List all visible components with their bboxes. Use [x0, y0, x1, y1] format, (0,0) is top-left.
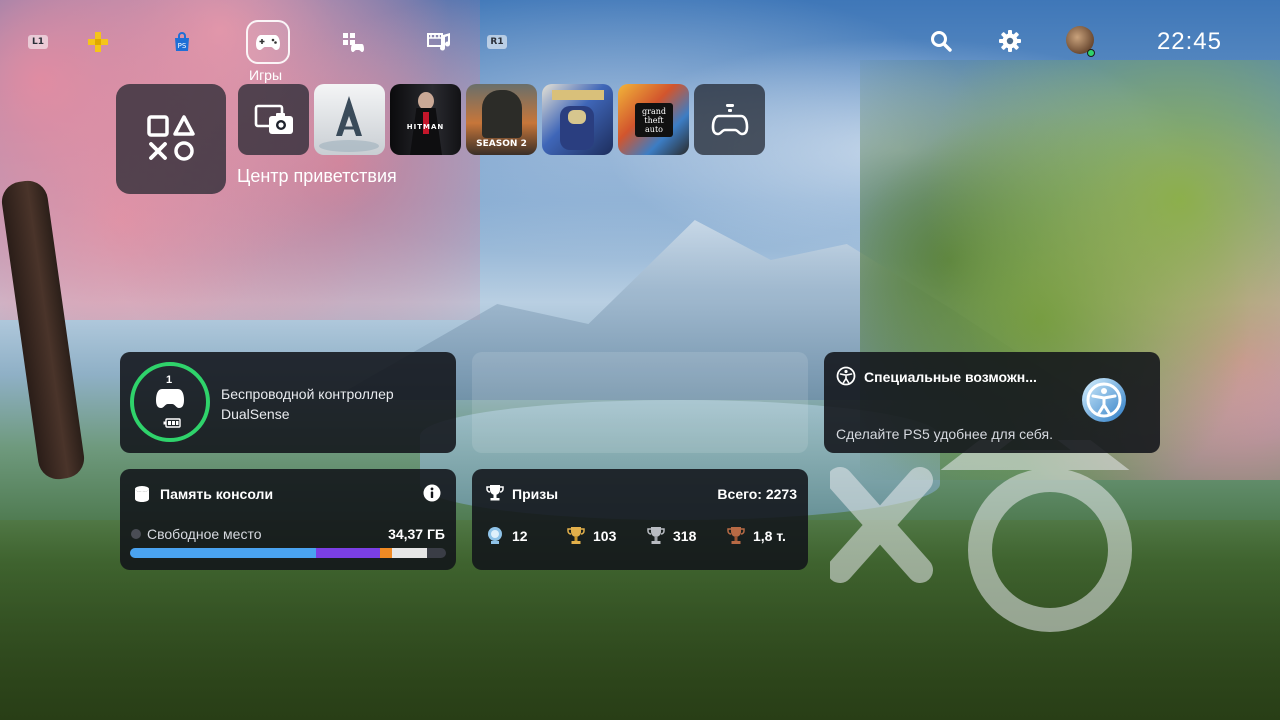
trophies-total: Всего: 2273 [717, 486, 797, 502]
search-icon[interactable] [929, 29, 953, 53]
free-space-legend-dot [131, 529, 141, 539]
gta-logo-plate: grand theft auto [635, 103, 673, 137]
accessibility-subtitle: Сделайте PS5 удобнее для себя. [836, 426, 1053, 442]
assassins-creed-tile[interactable] [314, 84, 385, 155]
wallpaper-ps-symbols [830, 440, 1132, 632]
trophy-icon [486, 485, 504, 501]
hitman-head [418, 92, 434, 110]
platinum-count: 12 [512, 528, 528, 544]
online-status-dot [1087, 49, 1095, 57]
helldivers-banner [552, 90, 604, 100]
storage-icon [135, 486, 149, 502]
storage-usage-bar [130, 548, 446, 558]
media-icon[interactable] [426, 30, 452, 54]
controller-line2: DualSense [221, 406, 290, 422]
gta-cover-title: grand theft auto [642, 106, 666, 134]
silver-count: 318 [673, 528, 697, 544]
battlefield-tile[interactable]: SEASON 2 [466, 84, 537, 155]
helldivers-helmet [568, 110, 586, 124]
storage-segment-other [379, 548, 393, 558]
storage-segment-media [316, 548, 380, 558]
accessibility-icon [836, 366, 856, 386]
storage-title: Память консоли [160, 486, 274, 502]
hitman-cover-title: HITMAN [406, 123, 445, 131]
accessibility-badge-icon [1082, 378, 1126, 422]
controller-line1: Беспроводной контроллер [221, 386, 394, 402]
trophy-gold: 103 [567, 526, 616, 546]
trophies-title: Призы [512, 486, 559, 502]
controller-card[interactable]: 1 Беспроводной контроллер DualSense [120, 352, 456, 453]
platinum-trophy-icon [488, 527, 502, 544]
bronze-trophy-icon [727, 527, 745, 544]
ps-symbols-icon [147, 115, 195, 161]
gold-count: 103 [593, 528, 617, 544]
trophy-platinum: 12 [486, 526, 528, 546]
ps-store-icon[interactable]: PS [170, 30, 194, 54]
gamepad-icon [256, 35, 280, 50]
clock: 22:45 [1156, 28, 1222, 55]
battlefield-soldier [482, 90, 522, 138]
battery-icon [163, 418, 181, 428]
storage-segment-system [392, 548, 427, 558]
controller-player-number: 1 [166, 374, 173, 386]
free-space-label: Свободное место [147, 526, 262, 542]
trophy-bronze: 1,8 т. [727, 526, 786, 546]
free-space-value: 34,37 ГБ [388, 526, 445, 542]
r1-button-hint: R1 [487, 35, 507, 49]
controller-name: Беспроводной контроллер DualSense [221, 384, 394, 424]
helldivers-tile[interactable] [542, 84, 613, 155]
tab-games-label: Игры [249, 67, 283, 83]
welcome-hub-tile[interactable] [116, 84, 226, 194]
bronze-count: 1,8 т. [753, 528, 786, 544]
tab-games[interactable] [246, 20, 290, 64]
l1-button-hint: L1 [28, 35, 48, 49]
empty-widget-card[interactable] [472, 352, 808, 453]
apps-icon[interactable] [340, 30, 366, 54]
svg-text:PS: PS [178, 42, 187, 50]
game-library-tile[interactable] [694, 84, 765, 155]
trophy-silver: 318 [647, 526, 696, 546]
ps-plus-icon[interactable] [86, 30, 110, 54]
top-navigation-bar: L1 PS Игры R1 22:45 [0, 0, 1280, 83]
welcome-hub-label: Центр приветствия [237, 166, 397, 186]
storage-card[interactable]: Память консоли Свободное место 34,37 ГБ [120, 469, 456, 570]
controller-icon [156, 389, 184, 408]
accessibility-card[interactable]: Специальные возможн... Сделайте PS5 удоб… [824, 352, 1160, 453]
storage-segment-games [130, 548, 317, 558]
accessibility-title: Специальные возможн... [864, 369, 1037, 385]
assassins-creed-logo-icon [319, 96, 379, 152]
info-icon[interactable] [423, 484, 441, 502]
trophies-card[interactable]: Призы Всего: 2273 12 103 318 1,8 т. [472, 469, 808, 570]
capture-gallery-tile[interactable] [238, 84, 309, 155]
hitman-tile[interactable]: HITMAN [390, 84, 461, 155]
game-library-icon [711, 103, 748, 135]
settings-icon[interactable] [998, 29, 1022, 53]
gta-v-tile[interactable]: grand theft auto [618, 84, 689, 155]
silver-trophy-icon [647, 527, 665, 544]
gold-trophy-icon [567, 527, 585, 544]
capture-gallery-icon [254, 104, 293, 134]
battlefield-cover-title: SEASON 2 [476, 139, 527, 149]
